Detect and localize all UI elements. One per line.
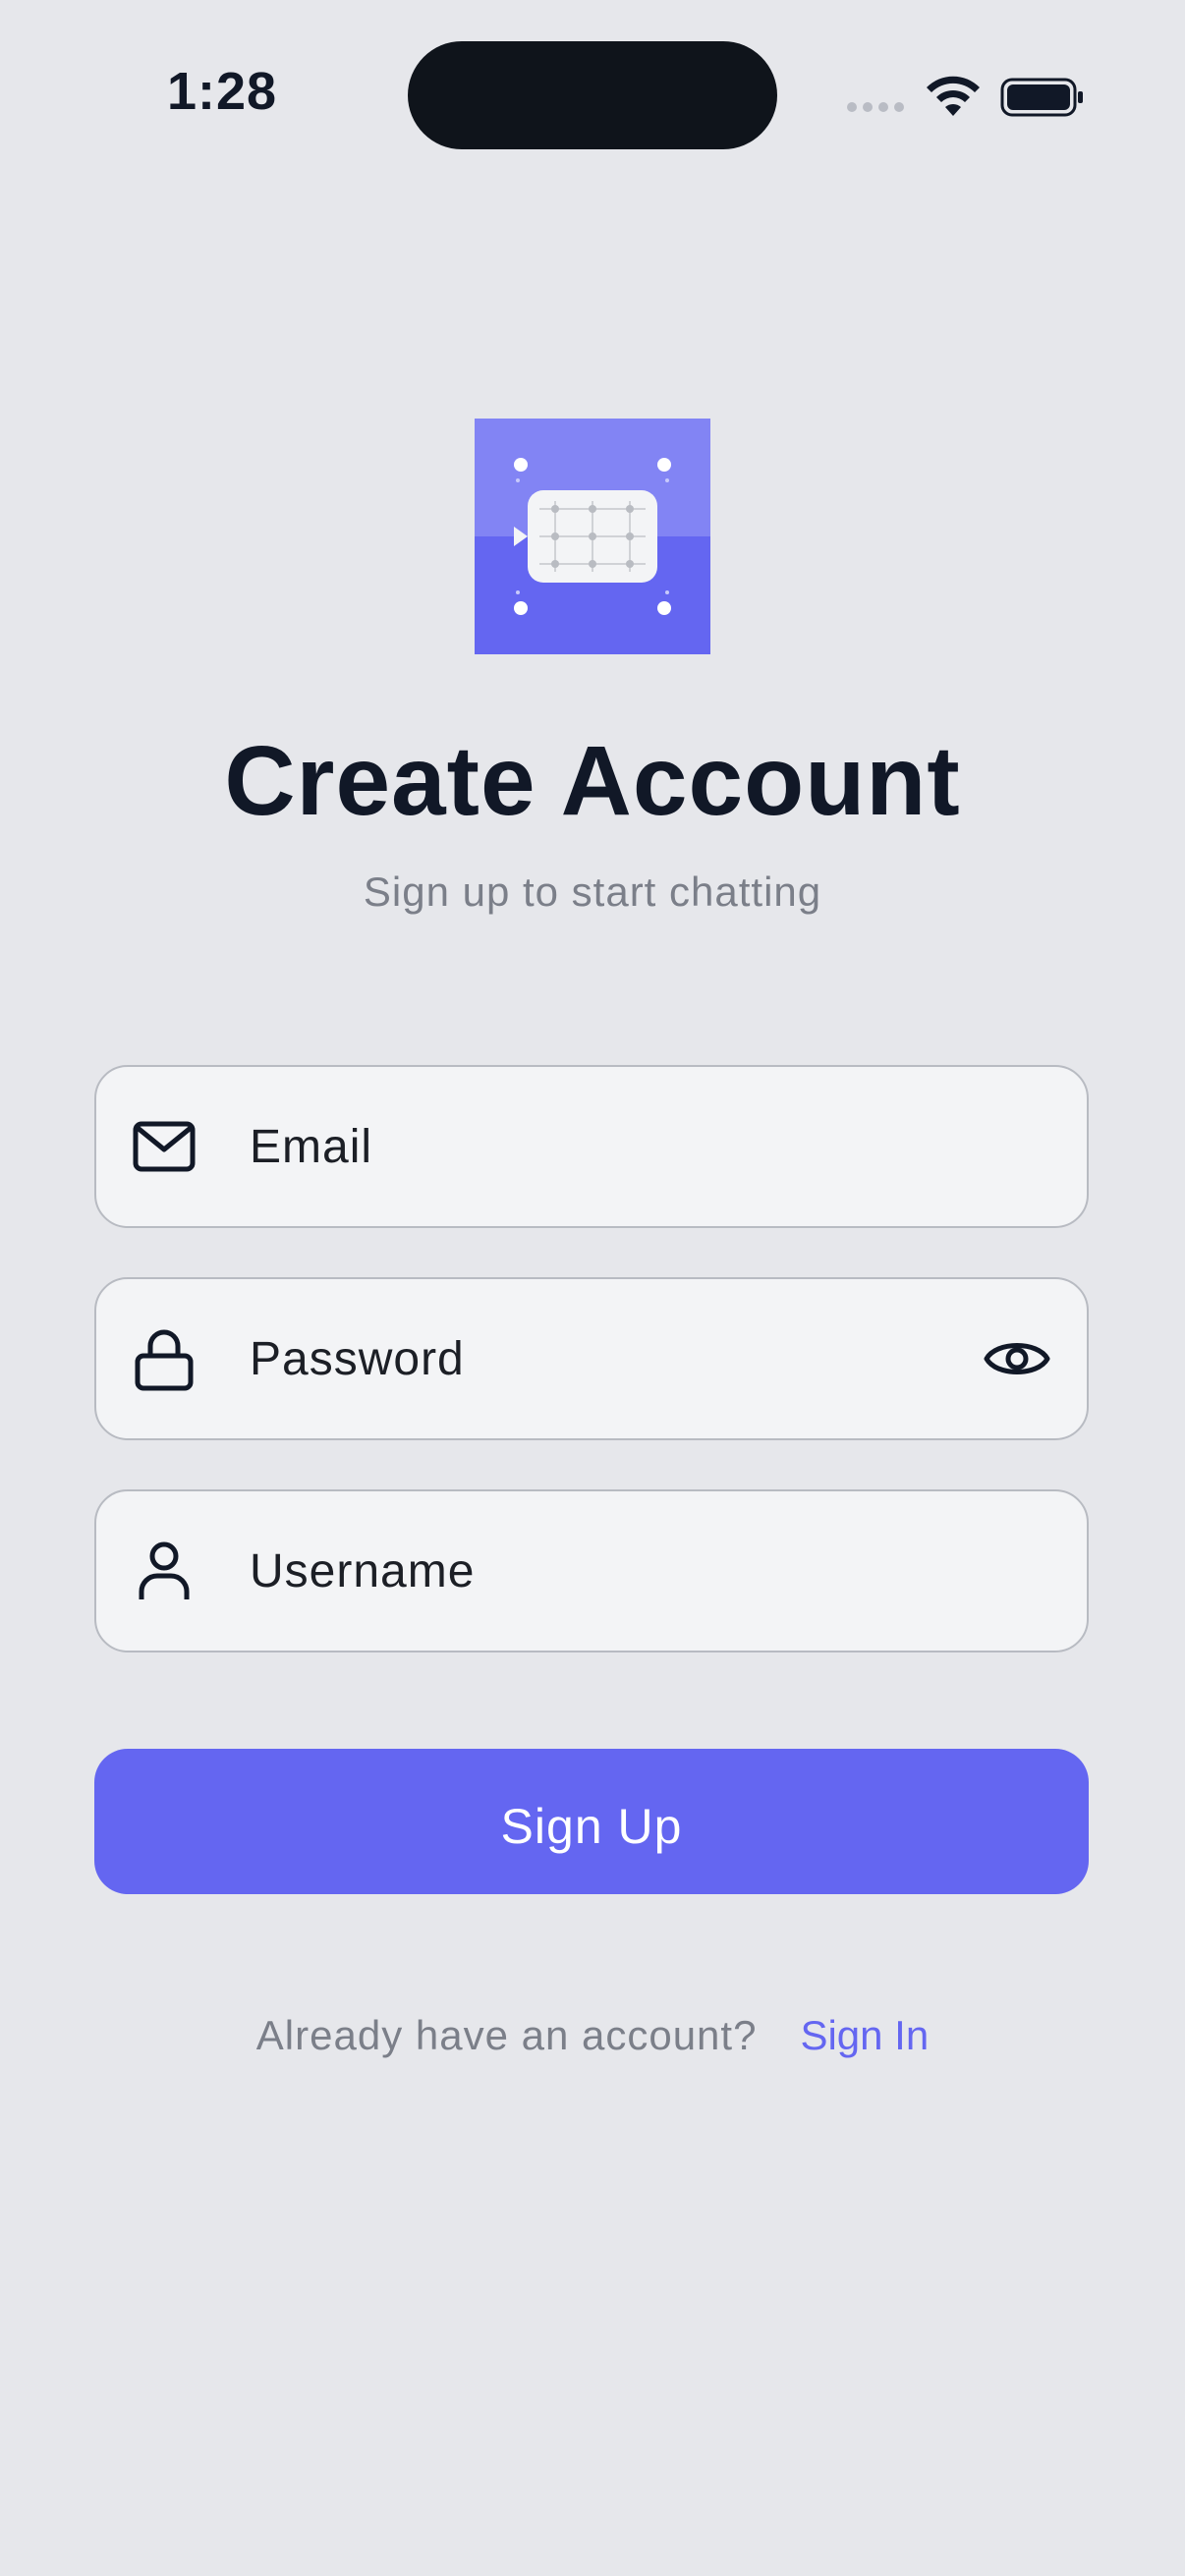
sign-in-prompt: Already have an account?	[255, 2012, 758, 2058]
page-subtitle: Sign up to start chatting	[363, 868, 822, 915]
battery-icon	[1000, 78, 1083, 117]
signal-dots-icon	[847, 102, 904, 112]
username-input[interactable]	[250, 1491, 996, 1651]
email-field[interactable]	[94, 1065, 1089, 1228]
user-icon	[139, 1541, 190, 1599]
lock-icon	[135, 1329, 194, 1391]
app-logo-icon	[475, 419, 710, 654]
password-field[interactable]	[94, 1277, 1089, 1440]
sign-up-button[interactable]: Sign Up	[94, 1749, 1089, 1894]
mail-icon	[133, 1121, 196, 1172]
status-time: 1:28	[167, 62, 278, 121]
username-field[interactable]	[94, 1489, 1089, 1652]
sign-in-link[interactable]: Sign In	[800, 2012, 929, 2058]
password-input[interactable]	[250, 1279, 996, 1438]
eye-icon[interactable]	[983, 1324, 1051, 1393]
sign-in-row: Already have an account? Sign In	[0, 2012, 1185, 2059]
dynamic-island	[408, 41, 777, 149]
page-title: Create Account	[224, 726, 961, 836]
wifi-icon	[927, 76, 980, 116]
email-input[interactable]	[250, 1067, 996, 1226]
status-bar: 1:28	[0, 0, 1185, 187]
